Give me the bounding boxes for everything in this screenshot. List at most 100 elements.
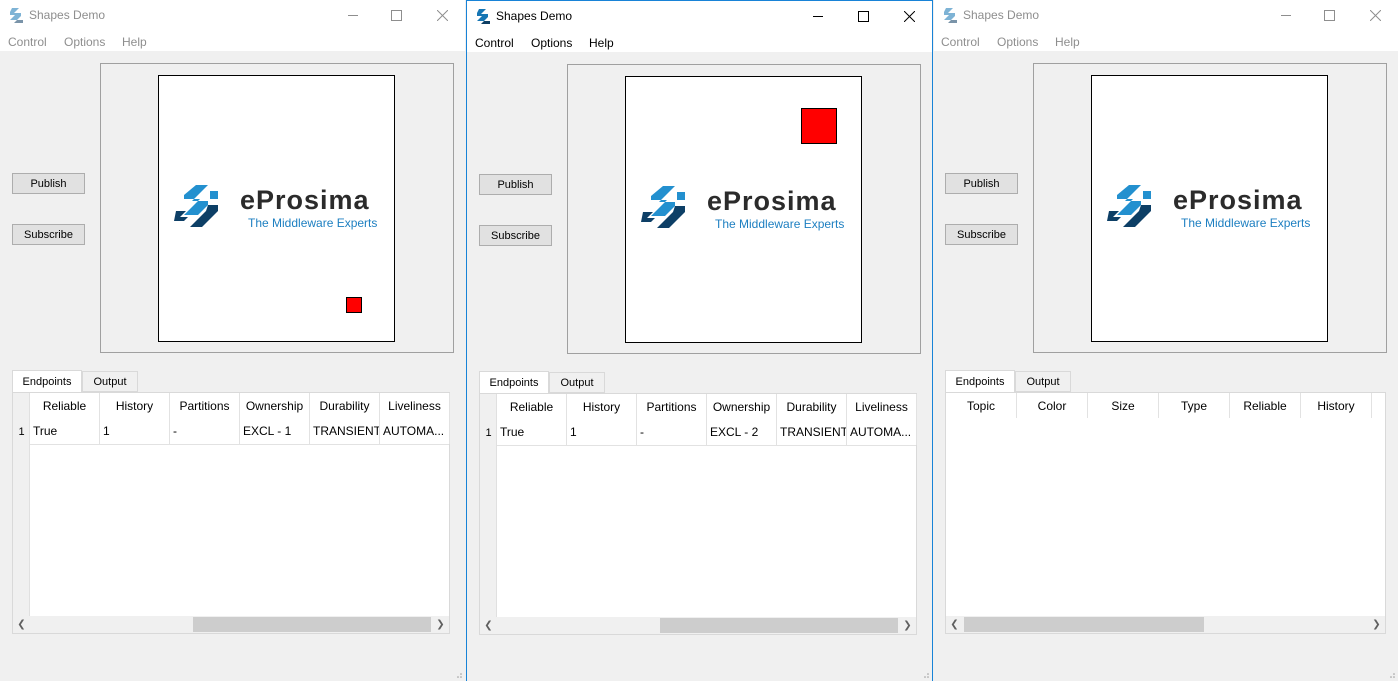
scroll-right-icon[interactable]: ❯ [899,617,916,634]
minimize-button[interactable] [795,1,841,32]
column-header[interactable]: Durability [777,394,847,419]
column-header[interactable]: Durability [310,393,380,418]
endpoints-table[interactable]: Reliable History Partitions Ownership Du… [479,393,917,635]
publish-button[interactable]: Publish [12,173,85,194]
column-header[interactable]: Liveliness [847,394,917,419]
menu-options[interactable]: Options [64,35,105,49]
logo-tagline: The Middleware Experts [1181,216,1311,230]
shapes-canvas[interactable]: eProsima The Middleware Experts [625,76,862,343]
tab-endpoints[interactable]: Endpoints [945,370,1015,393]
window-title: Shapes Demo [29,8,106,22]
title-bar[interactable]: Shapes Demo [0,0,465,31]
window-title: Shapes Demo [963,8,1040,22]
table-cell: True [497,419,567,445]
column-header[interactable]: Reliable [30,393,100,418]
menu-options[interactable]: Options [997,35,1038,49]
maximize-button[interactable] [1306,0,1352,31]
scroll-left-icon[interactable]: ❮ [13,616,30,633]
subscribe-button[interactable]: Subscribe [479,225,552,246]
red-square-shape[interactable] [801,108,837,144]
menu-help[interactable]: Help [1055,35,1080,49]
title-bar[interactable]: Shapes Demo [934,0,1398,31]
subscribe-button[interactable]: Subscribe [12,224,85,245]
column-header[interactable]: Ownership [707,394,777,419]
table-cell: EXCL - 2 [707,419,777,445]
logo-tagline: The Middleware Experts [248,216,378,230]
table-cell: 1 [567,419,637,445]
red-square-shape[interactable] [346,297,362,313]
column-header[interactable]: Ownership [240,393,310,418]
scrollbar-thumb[interactable] [660,618,898,633]
column-header[interactable]: Topic [946,393,1017,418]
close-button[interactable] [419,0,465,31]
resize-grip-icon[interactable] [1386,669,1396,679]
eprosima-logo-mark [1107,185,1151,227]
menu-options[interactable]: Options [531,36,572,50]
column-header[interactable]: History [567,394,637,419]
close-button[interactable] [1352,0,1398,31]
close-button[interactable] [886,1,932,32]
maximize-button[interactable] [840,1,886,32]
menu-control[interactable]: Control [941,35,980,49]
tab-output[interactable]: Output [1015,371,1071,392]
tab-output[interactable]: Output [549,372,605,393]
column-header[interactable]: Color [1017,393,1088,418]
shapes-canvas[interactable]: eProsima The Middleware Experts [158,75,395,342]
column-header[interactable]: Reliable [1230,393,1301,418]
tab-endpoints[interactable]: Endpoints [12,370,82,393]
minimize-icon [347,15,358,16]
column-header[interactable]: Partitions [637,394,707,419]
column-header[interactable]: Liveliness [380,393,450,418]
shapes-canvas[interactable]: eProsima The Middleware Experts [1091,75,1328,342]
publish-button[interactable]: Publish [945,173,1018,194]
column-header[interactable]: Type [1159,393,1230,418]
scrollbar-thumb[interactable] [193,617,431,632]
table-cell: 1 [100,418,170,444]
table-cell: True [30,418,100,444]
app-icon [477,9,490,24]
menu-bar: Control Options Help [0,31,465,51]
horizontal-scrollbar[interactable]: ❮ ❯ [13,616,449,633]
logo-wordmark: eProsima [240,185,370,215]
table-row[interactable]: True 1 - EXCL - 2 TRANSIENT AUTOMA... [497,419,917,446]
resize-grip-icon[interactable] [453,669,463,679]
table-cell: EXCL - 1 [240,418,310,444]
column-header[interactable]: History [1301,393,1372,418]
shapes-demo-window-3[interactable]: Shapes Demo Control Options Help Publish… [934,0,1398,681]
column-header[interactable]: History [100,393,170,418]
menu-help[interactable]: Help [589,36,614,50]
menu-bar: Control Options Help [467,32,932,52]
scrollbar-thumb[interactable] [964,617,1204,632]
title-bar[interactable]: Shapes Demo [467,1,932,32]
column-header[interactable]: Partitions [170,393,240,418]
endpoints-table[interactable]: Reliable History Partitions Ownership Du… [12,392,450,634]
menu-bar: Control Options Help [934,31,1398,51]
tab-output[interactable]: Output [82,371,138,392]
minimize-button[interactable] [1263,0,1309,31]
row-number[interactable]: 1 [480,419,497,446]
endpoints-table[interactable]: Topic Color Size Type Reliable History ❮… [945,392,1386,634]
table-row[interactable]: True 1 - EXCL - 1 TRANSIENT AUTOMA... [30,418,450,445]
shapes-demo-window-2[interactable]: Shapes Demo Control Options Help Publish… [466,0,933,681]
publish-button[interactable]: Publish [479,174,552,195]
menu-help[interactable]: Help [122,35,147,49]
scroll-left-icon[interactable]: ❮ [480,617,497,634]
scroll-right-icon[interactable]: ❯ [1368,616,1385,633]
minimize-button[interactable] [330,0,376,31]
eprosima-logo: eProsima The Middleware Experts [174,183,380,233]
scroll-left-icon[interactable]: ❮ [946,616,963,633]
menu-control[interactable]: Control [8,35,47,49]
column-header[interactable]: Size [1088,393,1159,418]
scroll-right-icon[interactable]: ❯ [432,616,449,633]
resize-grip-icon[interactable] [920,669,930,679]
table-header: Topic Color Size Type Reliable History [946,393,1385,418]
maximize-button[interactable] [373,0,419,31]
horizontal-scrollbar[interactable]: ❮ ❯ [480,617,916,634]
tab-endpoints[interactable]: Endpoints [479,371,549,394]
column-header[interactable]: Reliable [497,394,567,419]
horizontal-scrollbar[interactable]: ❮ ❯ [946,616,1385,633]
shapes-demo-window-1[interactable]: Shapes Demo Control Options Help Publish… [0,0,465,681]
menu-control[interactable]: Control [475,36,514,50]
row-number[interactable]: 1 [13,418,30,445]
subscribe-button[interactable]: Subscribe [945,224,1018,245]
